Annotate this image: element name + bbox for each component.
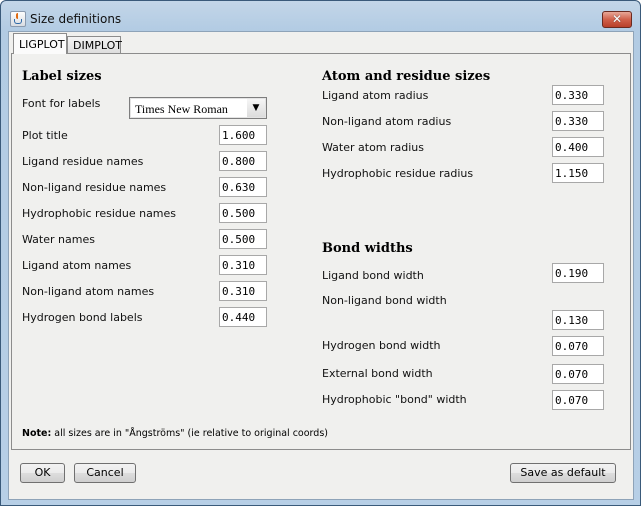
plot-title-label: Plot title <box>22 129 68 142</box>
ligplot-panel: Label sizes Font for labels Times New Ro… <box>11 53 631 450</box>
non-ligand-atom-names-label: Non-ligand atom names <box>22 285 155 298</box>
plot-title-field[interactable]: 1.600 <box>219 125 267 145</box>
cancel-button[interactable]: Cancel <box>74 463 136 483</box>
ligand-atom-radius-label: Ligand atom radius <box>322 89 429 102</box>
non-ligand-bond-width-label: Non-ligand bond width <box>322 294 447 307</box>
hydrophobic-residue-names-field[interactable]: 0.500 <box>219 203 267 223</box>
hydrophobic-residue-names-label: Hydrophobic residue names <box>22 207 177 220</box>
note-text: all sizes are in "Ångströms" (ie relativ… <box>51 428 328 439</box>
dialog-content: LIGPLOT DIMPLOT Label sizes Font for lab… <box>8 31 634 500</box>
java-app-icon <box>10 11 26 27</box>
non-ligand-atom-radius-label: Non-ligand atom radius <box>322 115 452 128</box>
label-sizes-heading: Label sizes <box>22 69 102 84</box>
non-ligand-bond-width-field[interactable]: 0.130 <box>552 310 604 330</box>
tab-dimplot[interactable]: DIMPLOT <box>67 36 122 54</box>
hydrophobic-bond-width-field[interactable]: 0.070 <box>552 390 604 410</box>
ok-button[interactable]: OK <box>20 463 65 483</box>
save-as-default-button[interactable]: Save as default <box>510 463 616 483</box>
bond-widths-heading: Bond widths <box>322 241 413 256</box>
close-icon: ✕ <box>611 12 623 26</box>
external-bond-width-label: External bond width <box>322 367 433 380</box>
non-ligand-residue-names-field[interactable]: 0.630 <box>219 177 267 197</box>
ligand-residue-names-label: Ligand residue names <box>22 155 144 168</box>
note-bold-prefix: Note: <box>22 428 52 439</box>
chevron-down-icon[interactable]: ▼ <box>247 99 265 117</box>
ligand-bond-width-field[interactable]: 0.190 <box>552 263 604 283</box>
non-ligand-atom-names-field[interactable]: 0.310 <box>219 281 267 301</box>
non-ligand-residue-names-label: Non-ligand residue names <box>22 181 167 194</box>
font-select[interactable]: Times New Roman ▼ <box>129 97 267 119</box>
hydrogen-bond-width-label: Hydrogen bond width <box>322 339 441 352</box>
ligand-atom-names-label: Ligand atom names <box>22 259 132 272</box>
ligand-bond-width-label: Ligand bond width <box>322 269 424 282</box>
hydrophobic-bond-width-label: Hydrophobic "bond" width <box>322 393 467 406</box>
hydrogen-bond-labels-label: Hydrogen bond labels <box>22 311 143 324</box>
water-names-field[interactable]: 0.500 <box>219 229 267 249</box>
water-atom-radius-label: Water atom radius <box>322 141 425 154</box>
font-for-labels-label: Font for labels <box>22 97 101 110</box>
hydrogen-bond-labels-field[interactable]: 0.440 <box>219 307 267 327</box>
ligand-residue-names-field[interactable]: 0.800 <box>219 151 267 171</box>
font-select-value: Times New Roman <box>135 102 228 116</box>
tab-ligplot[interactable]: LIGPLOT <box>13 33 67 54</box>
title-bar[interactable]: Size definitions ✕ <box>1 1 640 31</box>
close-button[interactable]: ✕ <box>602 11 632 28</box>
external-bond-width-field[interactable]: 0.070 <box>552 364 604 384</box>
hydrogen-bond-width-field[interactable]: 0.070 <box>552 336 604 356</box>
non-ligand-atom-radius-field[interactable]: 0.330 <box>552 111 604 131</box>
size-definitions-dialog: Size definitions ✕ LIGPLOT DIMPLOT Label… <box>0 0 641 506</box>
atom-residue-sizes-heading: Atom and residue sizes <box>322 69 491 84</box>
hydrophobic-residue-radius-field[interactable]: 1.150 <box>552 163 604 183</box>
window-title: Size definitions <box>30 12 122 26</box>
water-atom-radius-field[interactable]: 0.400 <box>552 137 604 157</box>
hydrophobic-residue-radius-label: Hydrophobic residue radius <box>322 167 474 180</box>
units-note: Note: all sizes are in "Ångströms" (ie r… <box>22 428 328 439</box>
water-names-label: Water names <box>22 233 95 246</box>
ligand-atom-radius-field[interactable]: 0.330 <box>552 85 604 105</box>
ligand-atom-names-field[interactable]: 0.310 <box>219 255 267 275</box>
